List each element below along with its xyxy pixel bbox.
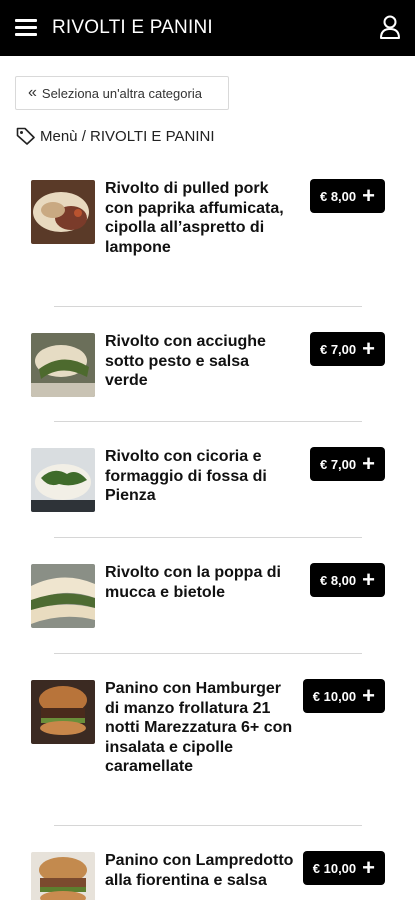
add-to-cart-button[interactable]: € 7,00 + xyxy=(309,332,385,366)
item-image xyxy=(31,564,95,628)
plus-icon: + xyxy=(362,855,375,880)
back-button-label: Seleziona un'altra categoria xyxy=(41,85,202,101)
item-price: € 10,00 xyxy=(312,860,357,876)
top-bar: RIVOLTI E PANINI xyxy=(0,0,415,56)
divider xyxy=(54,653,362,654)
plus-icon: + xyxy=(362,451,375,476)
divider xyxy=(54,825,362,826)
plus-icon: + xyxy=(362,183,375,208)
user-icon[interactable] xyxy=(379,15,401,39)
plus-icon: + xyxy=(362,683,375,708)
item-image xyxy=(31,852,95,900)
divider xyxy=(54,421,362,422)
breadcrumb-text: Menù / RIVOLTI E PANINI xyxy=(40,127,215,145)
item-image xyxy=(31,333,95,397)
plus-icon: + xyxy=(362,336,375,361)
item-price: € 10,00 xyxy=(312,688,357,704)
add-to-cart-button[interactable]: € 8,00 + xyxy=(309,563,385,597)
item-name: Rivolto con cicoria e formaggio di fossa… xyxy=(105,448,267,504)
breadcrumb: Menù / RIVOLTI E PANINI xyxy=(16,127,215,145)
add-to-cart-button[interactable]: € 8,00 + xyxy=(309,179,385,213)
item-price: € 8,00 xyxy=(319,188,357,204)
item-name: Rivolto con la poppa di mucca e bietole xyxy=(105,564,281,601)
item-price: € 7,00 xyxy=(319,456,357,472)
hamburger-menu-icon[interactable] xyxy=(15,19,37,36)
tag-icon xyxy=(16,127,35,145)
item-image xyxy=(31,448,95,512)
add-to-cart-button[interactable]: € 7,00 + xyxy=(309,447,385,481)
double-chevron-left-icon: « xyxy=(28,84,37,101)
item-image xyxy=(31,680,95,744)
add-to-cart-button[interactable]: € 10,00 + xyxy=(302,851,385,885)
item-name: Rivolto di pulled pork con paprika affum… xyxy=(105,180,284,256)
plus-icon: + xyxy=(362,567,375,592)
item-price: € 7,00 xyxy=(319,341,357,357)
item-name: Panino con Hamburger di manzo frollatura… xyxy=(105,680,293,775)
divider xyxy=(54,306,362,307)
item-name: Rivolto con acciughe sotto pesto e salsa… xyxy=(105,333,266,389)
item-name: Panino con Lampredotto alla fiorentina e… xyxy=(105,852,294,889)
item-image xyxy=(31,180,95,244)
item-price: € 8,00 xyxy=(319,572,357,588)
add-to-cart-button[interactable]: € 10,00 + xyxy=(302,679,385,713)
select-another-category-button[interactable]: « Seleziona un'altra categoria xyxy=(15,76,229,110)
page-title: RIVOLTI E PANINI xyxy=(52,17,213,38)
divider xyxy=(54,537,362,538)
